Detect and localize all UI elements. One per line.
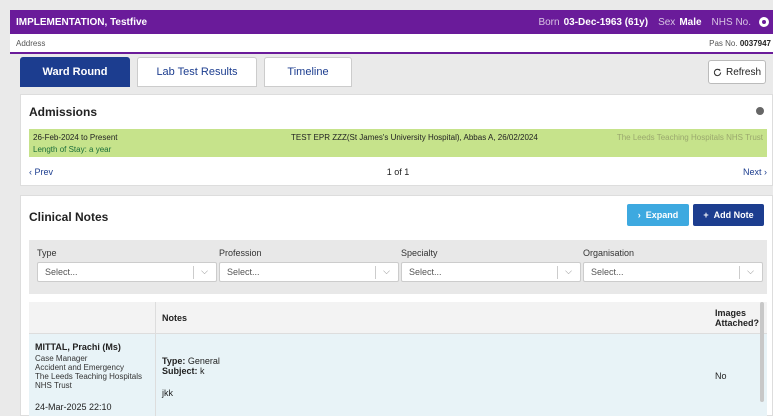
note-type-value: General [187,356,220,366]
length-of-stay: Length of Stay: a year [33,145,112,154]
note-subject: Subject: k [162,366,709,376]
note-type-label: Type: [162,356,186,366]
admission-dates-cell: 26-Feb-2024 to Present Length of Stay: a… [33,133,118,154]
filter-organisation-placeholder: Select... [591,267,624,277]
info-icon[interactable] [759,17,769,27]
chevron-down-icon: ⌵ [201,266,208,276]
filter-specialty: Specialty Select... ⌵ [401,248,581,282]
patient-banner: IMPLEMENTATION, Testfive Born 03-Dec-196… [10,10,773,34]
filter-type-label: Type [37,248,57,258]
born-label: Born [538,16,560,28]
refresh-label: Refresh [725,66,761,78]
filter-specialty-label: Specialty [401,248,438,258]
admissions-title: Admissions [29,105,98,119]
header-notes: Notes [162,312,188,323]
select-divider [557,266,558,279]
expand-label: Expand [645,210,679,220]
header-images: Images Attached? [715,307,760,328]
filter-type: Type Select... ⌵ [37,248,217,282]
page-indicator: 1 of 1 [386,167,410,177]
header-author [29,302,156,333]
pas-label: Pas No. [709,38,738,48]
note-body: jkk [162,388,173,398]
prev-link[interactable]: ‹ Prev [29,167,53,177]
born-value: 03-Dec-1963 (61y) [563,16,649,28]
prev-label: Prev [34,167,54,177]
table-header: Notes Images Attached? [29,302,767,334]
filter-profession-select[interactable]: Select... ⌵ [219,262,399,282]
expand-button[interactable]: › Expand [627,204,689,226]
tab-ward-round[interactable]: Ward Round [20,57,130,87]
filter-specialty-placeholder: Select... [409,267,442,277]
filter-type-select[interactable]: Select... ⌵ [37,262,217,282]
table-row[interactable]: MITTAL, Prachi (Ms) Case Manager Acciden… [29,334,767,416]
filter-panel: Type Select... ⌵ Profession Select... ⌵ … [29,240,767,294]
refresh-button[interactable]: Refresh [708,60,766,84]
admissions-card: Admissions 26-Feb-2024 to Present Length… [20,94,773,186]
chevron-down-icon: ⌵ [383,266,390,276]
admissions-pager: ‹ Prev 1 of 1 Next › [29,167,767,177]
note-author-cell: MITTAL, Prachi (Ms) Case Manager Acciden… [29,334,156,416]
filter-profession-placeholder: Select... [227,267,260,277]
filter-organisation: Organisation Select... ⌵ [583,248,763,282]
patient-name: IMPLEMENTATION, Testfive [16,16,148,28]
filter-specialty-select[interactable]: Select... ⌵ [401,262,581,282]
refresh-icon [713,68,722,76]
nhs-label: NHS No. [711,16,751,28]
filter-profession-label: Profession [219,248,262,258]
select-divider [739,266,740,279]
pas-number: Pas No. 0037947 [709,39,773,48]
note-role: Case Manager [35,354,88,363]
chevron-right-icon: › [637,210,641,220]
note-author: MITTAL, Prachi (Ms) [35,342,121,352]
note-content-cell: Type: General Subject: k jkk [156,334,709,416]
sex-label: Sex [658,16,676,28]
admission-dates: 26-Feb-2024 to Present [33,133,118,142]
note-subject-value: k [200,366,205,376]
tab-bar: Ward Round Lab Test Results Timeline [20,57,352,87]
select-divider [375,266,376,279]
note-type: Type: General [162,356,709,366]
filter-organisation-label: Organisation [583,248,635,258]
scrollbar[interactable] [760,302,764,402]
admission-row[interactable]: 26-Feb-2024 to Present Length of Stay: a… [29,129,767,157]
note-images: No [715,371,727,381]
note-department: Accident and Emergency [35,363,124,372]
next-link[interactable]: Next › [743,167,767,177]
notes-table: Notes Images Attached? MITTAL, Prachi (M… [29,302,767,416]
filter-profession: Profession Select... ⌵ [219,248,399,282]
pas-value: 0037947 [739,38,771,48]
add-note-label: Add Note [713,210,754,220]
address-bar: Address Pas No. 0037947 [10,34,773,54]
admission-location: TEST EPR ZZZ(St James's University Hospi… [291,133,538,142]
sex-value: Male [679,16,702,28]
admission-trust: The Leeds Teaching Hospitals NHS Trust [616,133,763,142]
collapse-icon[interactable] [756,107,764,115]
clinical-notes-card: Clinical Notes › Expand + Add Note Type … [20,195,773,416]
tab-lab-test-results[interactable]: Lab Test Results [137,57,257,87]
note-subject-label: Subject: [162,366,198,376]
filter-organisation-select[interactable]: Select... ⌵ [583,262,763,282]
tab-timeline[interactable]: Timeline [264,57,352,87]
next-label: Next [742,167,762,177]
chevron-down-icon: ⌵ [747,266,754,276]
plus-icon: + [703,210,709,220]
add-note-button[interactable]: + Add Note [693,204,764,226]
chevron-down-icon: ⌵ [565,266,572,276]
filter-type-placeholder: Select... [45,267,78,277]
select-divider [193,266,194,279]
note-datetime: 24-Mar-2025 22:10 [35,402,112,412]
address-label: Address [16,38,46,48]
note-trust: The Leeds Teaching Hospitals NHS Trust [35,372,143,390]
clinical-notes-title: Clinical Notes [29,210,109,224]
